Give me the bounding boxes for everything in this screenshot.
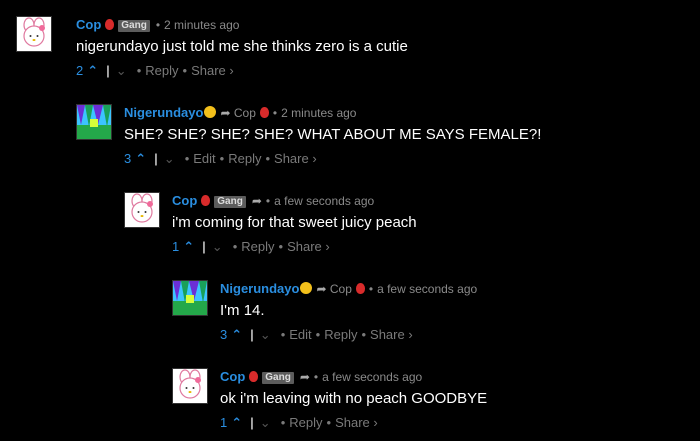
reply-button[interactable]: Reply — [241, 239, 274, 254]
chevron-down-icon[interactable]: ⌄ — [116, 63, 127, 78]
nigerundayo-avatar-icon — [173, 281, 207, 315]
cop-avatar-icon — [179, 369, 201, 399]
comment-meta: Nigerundayo ➦ Cop • 2 minutes ago — [124, 105, 357, 120]
share-button[interactable]: Share › — [191, 63, 234, 78]
comment-text: SHE? SHE? SHE? SHE? WHAT ABOUT ME SAYS F… — [124, 126, 542, 143]
reply-arrow-icon: ➦ — [251, 194, 262, 208]
vote-count: 3 — [220, 327, 228, 342]
chevron-down-icon[interactable]: ⌄ — [260, 327, 271, 342]
comment-text: i'm coming for that sweet juicy peach — [172, 214, 417, 231]
balloon-icon — [355, 283, 365, 294]
comment-actions: 3 ⌃ | ⌄ • Edit • Reply • Share › — [124, 151, 317, 166]
chevron-up-icon[interactable]: ⌃ — [231, 415, 242, 430]
chevron-down-icon[interactable]: ⌄ — [260, 415, 271, 430]
reply-to-name[interactable]: Cop — [234, 106, 256, 120]
vote-separator: | — [106, 63, 110, 78]
comment-actions: 1 ⌃ | ⌄ • Reply • Share › — [172, 239, 330, 254]
reply-to-name[interactable]: Cop — [330, 282, 352, 296]
smirk-emoji-icon — [204, 106, 217, 118]
timestamp[interactable]: a few seconds ago — [377, 282, 477, 296]
timestamp[interactable]: a few seconds ago — [322, 370, 422, 384]
separator-dot: • — [155, 18, 161, 32]
chevron-up-icon[interactable]: ⌃ — [183, 239, 194, 254]
chevron-up-icon[interactable]: ⌃ — [135, 151, 146, 166]
vote-count: 1 — [220, 415, 228, 430]
comment: Nigerundayo ➦ Cop • 2 minutes ago SHE? SHE?… — [76, 104, 676, 174]
avatar[interactable] — [172, 280, 208, 316]
share-button[interactable]: Share › — [287, 239, 330, 254]
cop-avatar-icon — [131, 193, 153, 223]
user-badge: Gang — [262, 372, 294, 384]
smirk-emoji-icon — [300, 282, 313, 294]
cop-avatar-icon — [23, 17, 45, 47]
share-button[interactable]: Share › — [370, 327, 413, 342]
comment-meta: Cop Gang ➦ • a few seconds ago — [220, 369, 423, 384]
chevron-down-icon[interactable]: ⌄ — [164, 151, 175, 166]
comment: Nigerundayo ➦ Cop • a few seconds ago I'm 1… — [172, 280, 676, 350]
comment-text: I'm 14. — [220, 302, 265, 319]
reply-arrow-icon: ➦ — [299, 370, 310, 384]
author-name[interactable]: Nigerundayo — [124, 105, 203, 120]
author-name[interactable]: Cop — [220, 369, 245, 384]
balloon-icon — [201, 195, 211, 206]
reply-button[interactable]: Reply — [324, 327, 357, 342]
vote-count: 1 — [172, 239, 180, 254]
reply-arrow-icon: ➦ — [316, 282, 327, 296]
comment: Cop Gang ➦ • a few seconds ago ok i'm leavin… — [172, 368, 676, 438]
vote-count: 3 — [124, 151, 132, 166]
comment-meta: Nigerundayo ➦ Cop • a few seconds ago — [220, 281, 478, 296]
balloon-icon — [259, 107, 269, 118]
share-button[interactable]: Share › — [335, 415, 378, 430]
chevron-down-icon[interactable]: ⌄ — [212, 239, 223, 254]
reply-button[interactable]: Reply — [289, 415, 322, 430]
comment: Cop Gang ➦ • a few seconds ago i'm coming fo… — [124, 192, 676, 262]
comment-actions: 1 ⌃ | ⌄ • Reply • Share › — [220, 415, 378, 430]
comment-actions: 3 ⌃ | ⌄ • Edit • Reply • Share › — [220, 327, 413, 342]
author-name[interactable]: Nigerundayo — [220, 281, 299, 296]
balloon-icon — [249, 371, 259, 382]
avatar[interactable] — [124, 192, 160, 228]
comment-meta: Cop Gang • 2 minutes ago — [76, 17, 239, 33]
chevron-up-icon[interactable]: ⌃ — [231, 327, 242, 342]
user-badge: Gang — [214, 196, 246, 208]
comment-text: nigerundayo just told me she thinks zero… — [76, 38, 408, 55]
vote-count: 2 — [76, 63, 84, 78]
balloon-icon — [105, 19, 115, 30]
author-name[interactable]: Cop — [172, 193, 197, 208]
author-name[interactable]: Cop — [76, 17, 101, 32]
reply-button[interactable]: Reply — [145, 63, 178, 78]
avatar[interactable] — [76, 104, 112, 140]
reply-button[interactable]: Reply — [228, 151, 261, 166]
avatar[interactable] — [16, 16, 52, 52]
nigerundayo-avatar-icon — [77, 105, 111, 139]
timestamp[interactable]: 2 minutes ago — [281, 106, 356, 120]
share-button[interactable]: Share › — [274, 151, 317, 166]
edit-button[interactable]: Edit — [289, 327, 311, 342]
comment-text: ok i'm leaving with no peach GOODBYE — [220, 390, 488, 407]
timestamp[interactable]: 2 minutes ago — [164, 18, 239, 32]
edit-button[interactable]: Edit — [193, 151, 215, 166]
chevron-up-icon[interactable]: ⌃ — [87, 63, 98, 78]
comment: Cop Gang • 2 minutes ago nigerundayo just t… — [16, 16, 676, 86]
timestamp[interactable]: a few seconds ago — [274, 194, 374, 208]
user-badge: Gang — [118, 20, 150, 32]
reply-arrow-icon: ➦ — [220, 106, 231, 120]
avatar[interactable] — [172, 368, 208, 404]
comment-actions: 2 ⌃ | ⌄ • Reply • Share › — [76, 63, 234, 78]
comment-meta: Cop Gang ➦ • a few seconds ago — [172, 193, 375, 208]
